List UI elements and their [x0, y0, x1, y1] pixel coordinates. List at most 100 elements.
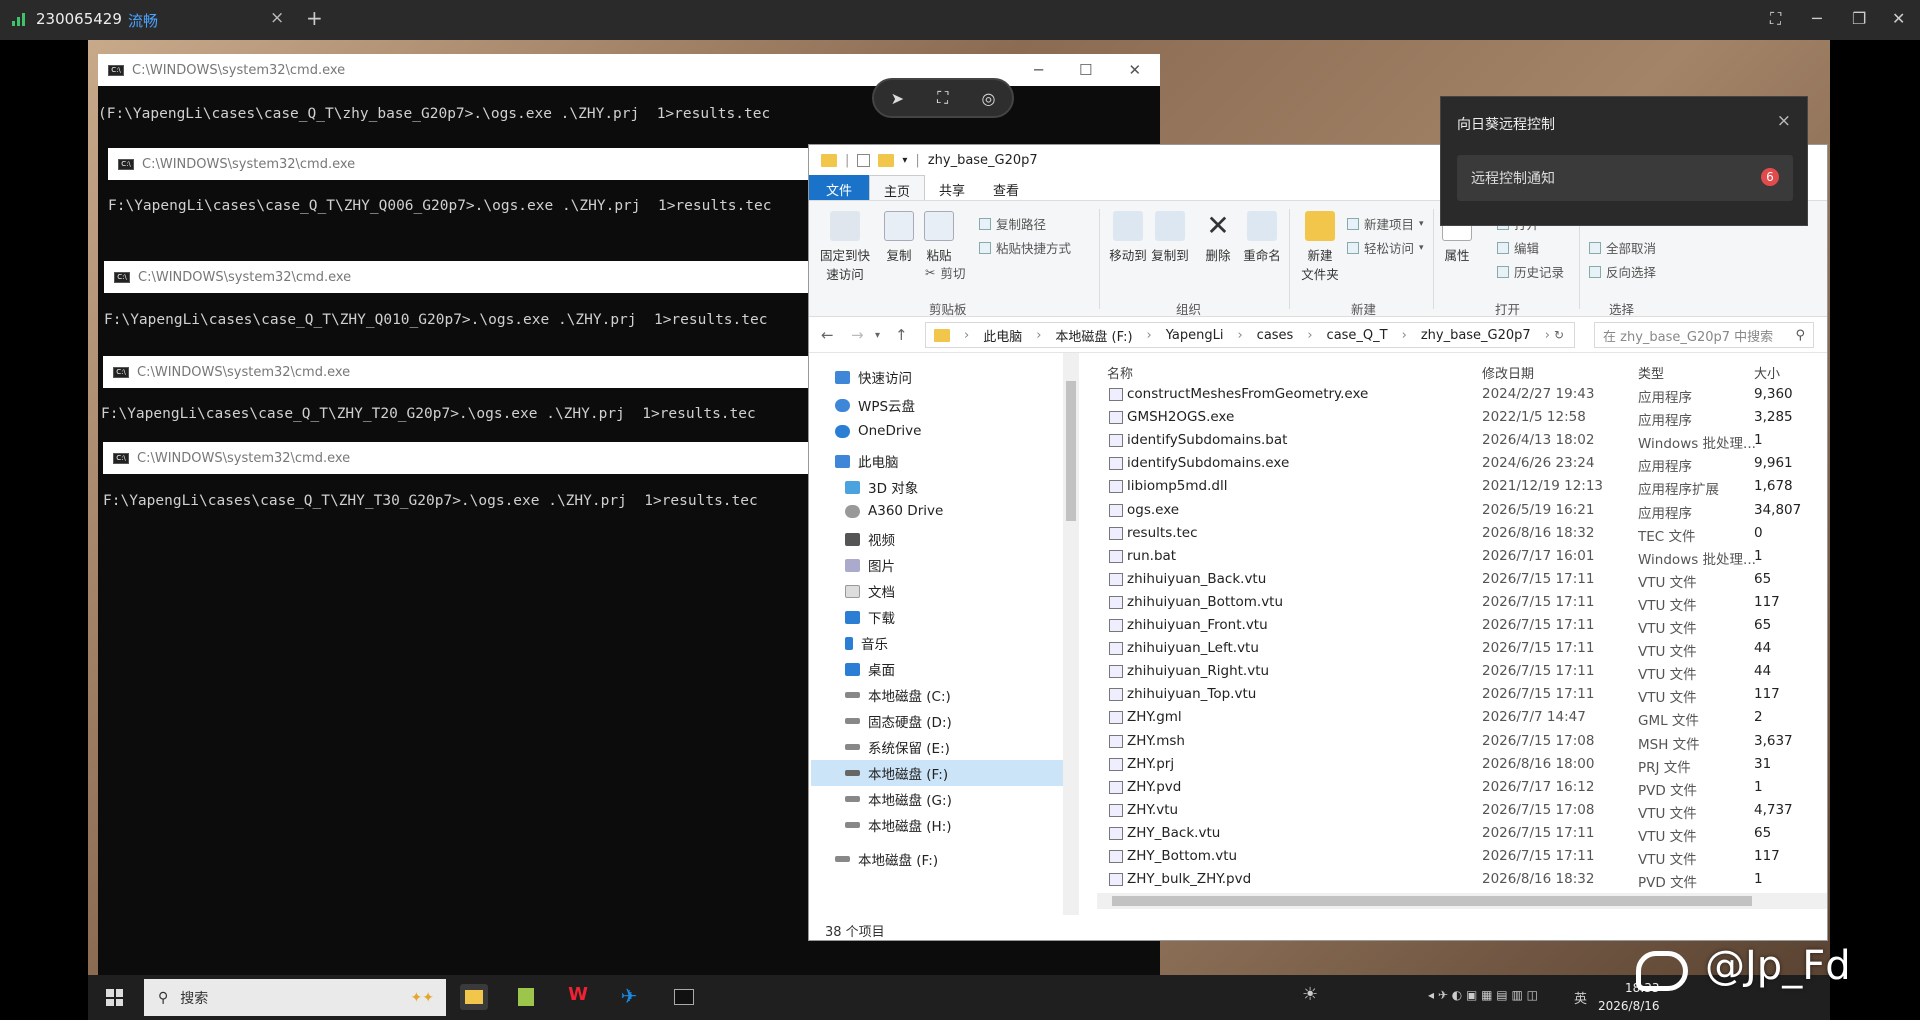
tray-icons[interactable]: ◂ ✈ ◐ ▣ ▦ ▤ ▥ ◫ — [1428, 988, 1538, 1002]
quality-label[interactable]: 流畅 — [128, 10, 158, 31]
nav-3d-objects[interactable]: 3D 对象 — [845, 477, 918, 497]
checkbox-icon[interactable] — [857, 153, 871, 167]
invert-selection-button[interactable]: 反向选择 — [1589, 262, 1656, 281]
close-window-icon[interactable]: ✕ — [1892, 9, 1905, 28]
nav-documents[interactable]: 文档 — [845, 581, 895, 601]
remote-toolbar[interactable]: ➤ ⛶ ◎ — [872, 78, 1014, 118]
nav-videos[interactable]: 视频 — [845, 529, 895, 549]
cmd-titlebar[interactable]: C:\ C:\WINDOWS\system32\cmd.exe — [104, 261, 823, 293]
file-row[interactable]: GMSH2OGS.exe 2022/1/5 12:58 应用程序 3,285 — [1089, 406, 1829, 429]
cmd-window-controls[interactable]: ─ ☐ ✕ — [1034, 54, 1141, 86]
copy-to-button[interactable]: 复制到 — [1143, 211, 1197, 264]
file-row[interactable]: run.bat 2026/7/17 16:01 Windows 批处理... 1 — [1089, 545, 1829, 568]
file-row[interactable]: zhihuiyuan_Right.vtu 2026/7/15 17:11 VTU 文… — [1089, 660, 1829, 683]
delete-button[interactable]: ✕ 删除 — [1199, 211, 1237, 264]
file-explorer-taskbar-icon[interactable] — [460, 984, 488, 1010]
column-name[interactable]: 名称 — [1107, 363, 1133, 382]
cursor-icon[interactable]: ➤ — [891, 89, 904, 108]
chevron-down-icon[interactable]: ▾ — [875, 330, 880, 341]
notify-item[interactable]: 远程控制通知 6 — [1457, 155, 1793, 201]
view-icon[interactable]: ◎ — [981, 89, 995, 108]
up-icon[interactable]: ↑ — [895, 326, 908, 344]
copy-path-button[interactable]: 复制路径 — [979, 214, 1046, 233]
cmd-taskbar-icon[interactable] — [670, 984, 698, 1010]
cmd-titlebar[interactable]: C:\ C:\WINDOWS\system32\cmd.exe — [103, 442, 823, 474]
breadcrumb-item[interactable]: cases — [1257, 328, 1294, 343]
nav-downloads[interactable]: 下载 — [845, 607, 895, 627]
history-button[interactable]: 历史记录 — [1497, 262, 1564, 281]
remote-control-notification[interactable]: 向日葵远程控制 × 远程控制通知 6 — [1440, 96, 1808, 226]
ime-indicator[interactable]: 英 — [1574, 988, 1587, 1007]
file-row[interactable]: libiomp5md.dll 2021/12/19 12:13 应用程序扩展 1,67… — [1089, 475, 1829, 498]
tab-file[interactable]: 文件 — [809, 175, 870, 200]
file-row[interactable]: ZHY_Bottom.vtu 2026/7/15 17:11 VTU 文件 117 — [1089, 845, 1829, 868]
breadcrumb[interactable]: › 此电脑 › 本地磁盘 (F:) › YapengLi › cases › case_… — [925, 322, 1575, 348]
file-row[interactable]: results.tec 2026/8/16 18:32 TEC 文件 0 — [1089, 522, 1829, 545]
copy-button[interactable]: 复制 — [881, 211, 917, 264]
tab-share[interactable]: 共享 — [925, 175, 979, 200]
minimize-icon[interactable]: ─ — [1812, 9, 1822, 28]
close-icon[interactable]: × — [270, 8, 284, 28]
breadcrumb-item[interactable]: case_Q_T — [1327, 328, 1388, 343]
file-row[interactable]: ZHY.msh 2026/7/15 17:08 MSH 文件 3,637 — [1089, 730, 1829, 753]
nav-drive-f-2[interactable]: 本地磁盘 (F:) — [835, 849, 938, 869]
cut-button[interactable]: ✂ 剪切 — [925, 263, 966, 282]
nav-drive-e[interactable]: 系统保留 (E:) — [845, 737, 950, 757]
nav-drive-h[interactable]: 本地磁盘 (H:) — [845, 815, 952, 835]
back-icon[interactable]: ← — [821, 326, 834, 344]
nav-drive-c[interactable]: 本地磁盘 (C:) — [845, 685, 951, 705]
tab-view[interactable]: 查看 — [979, 175, 1033, 200]
breadcrumb-item[interactable]: YapengLi — [1166, 328, 1224, 343]
nav-drive-f[interactable]: 本地磁盘 (F:) — [811, 760, 1063, 786]
weather-icon[interactable]: ☀ — [1302, 984, 1318, 1005]
close-icon[interactable]: × — [1777, 111, 1791, 131]
file-row[interactable]: zhihuiyuan_Front.vtu 2026/7/15 17:11 VTU 文… — [1089, 614, 1829, 637]
nav-quick-access[interactable]: 快速访问 — [835, 367, 912, 387]
notepad-taskbar-icon[interactable] — [512, 984, 540, 1010]
refresh-icon[interactable]: ↻ — [1554, 328, 1564, 342]
breadcrumb-item[interactable]: zhy_base_G20p7 — [1421, 328, 1531, 343]
file-row[interactable]: zhihuiyuan_Back.vtu 2026/7/15 17:11 VTU 文件… — [1089, 568, 1829, 591]
pin-quick-access-button[interactable]: 固定到快 速访问 — [817, 211, 873, 283]
windows-start-icon[interactable] — [106, 989, 123, 1006]
file-row[interactable]: ZHY.gml 2026/7/7 14:47 GML 文件 2 — [1089, 706, 1829, 729]
nav-wps-cloud[interactable]: WPS云盘 — [835, 395, 915, 415]
file-row[interactable]: ZHY_Back.vtu 2026/7/15 17:11 VTU 文件 65 — [1089, 822, 1829, 845]
nav-music[interactable]: 音乐 — [845, 633, 888, 653]
file-row[interactable]: ZHY_bulk_ZHY.pvd 2026/8/16 18:32 PVD 文件 1 — [1089, 868, 1829, 891]
sunlogin-taskbar-icon[interactable]: ✈ — [615, 984, 643, 1010]
file-explorer-window[interactable]: | ▾ | zhy_base_G20p7 文件 主页 共享 查看 固定到快 速访… — [808, 144, 1828, 941]
maximize-icon[interactable]: ☐ — [1079, 61, 1092, 79]
nav-pictures[interactable]: 图片 — [845, 555, 895, 575]
paste-shortcut-button[interactable]: 粘贴快捷方式 — [979, 238, 1071, 257]
file-row[interactable]: ogs.exe 2026/5/19 16:21 应用程序 34,807 — [1089, 499, 1829, 522]
forward-icon[interactable]: → — [851, 326, 864, 344]
cmd-titlebar[interactable]: C:\ C:\WINDOWS\system32\cmd.exe — [108, 148, 823, 180]
breadcrumb-item[interactable]: 本地磁盘 (F:) — [1055, 326, 1132, 345]
file-row[interactable]: ZHY.vtu 2026/7/15 17:08 VTU 文件 4,737 — [1089, 799, 1829, 822]
nav-desktop[interactable]: 桌面 — [845, 659, 895, 679]
chevron-down-icon[interactable]: ▾ — [902, 155, 907, 166]
cmd-window-4[interactable]: C:\ C:\WINDOWS\system32\cmd.exe F:\Yapeng… — [101, 356, 823, 446]
fullscreen-icon[interactable]: ⛶ — [937, 88, 948, 108]
nav-drive-g[interactable]: 本地磁盘 (G:) — [845, 789, 952, 809]
tab-home[interactable]: 主页 — [869, 175, 926, 200]
cmd-window-5[interactable]: C:\ C:\WINDOWS\system32\cmd.exe F:\Yapeng… — [103, 442, 823, 972]
file-row[interactable]: zhihuiyuan_Left.vtu 2026/7/15 17:11 VTU 文件… — [1089, 637, 1829, 660]
file-row[interactable]: zhihuiyuan_Bottom.vtu 2026/7/15 17:11 VTU … — [1089, 591, 1829, 614]
paste-button[interactable]: 粘贴 — [921, 211, 957, 264]
nav-this-pc[interactable]: 此电脑 — [835, 451, 899, 471]
new-tab-button[interactable]: + — [306, 6, 323, 30]
cmd-window-2[interactable]: C:\ C:\WINDOWS\system32\cmd.exe F:\Yapeng… — [108, 148, 823, 248]
new-item-button[interactable]: 新建项目 ▾ — [1347, 214, 1424, 233]
file-row[interactable]: zhihuiyuan_Top.vtu 2026/7/15 17:11 VTU 文件 1… — [1089, 683, 1829, 706]
file-row[interactable]: ZHY.pvd 2026/7/17 16:12 PVD 文件 1 — [1089, 776, 1829, 799]
restore-icon[interactable]: ❐ — [1852, 9, 1866, 28]
minimize-icon[interactable]: ─ — [1034, 61, 1043, 79]
nav-scrollbar[interactable] — [1063, 353, 1079, 915]
select-none-button[interactable]: 全部取消 — [1589, 238, 1656, 257]
taskbar-search[interactable]: ⚲ 搜索 ✦✦ — [144, 979, 446, 1016]
close-icon[interactable]: ✕ — [1128, 61, 1141, 79]
folder-icon[interactable] — [878, 153, 895, 167]
column-type[interactable]: 类型 — [1638, 363, 1664, 382]
